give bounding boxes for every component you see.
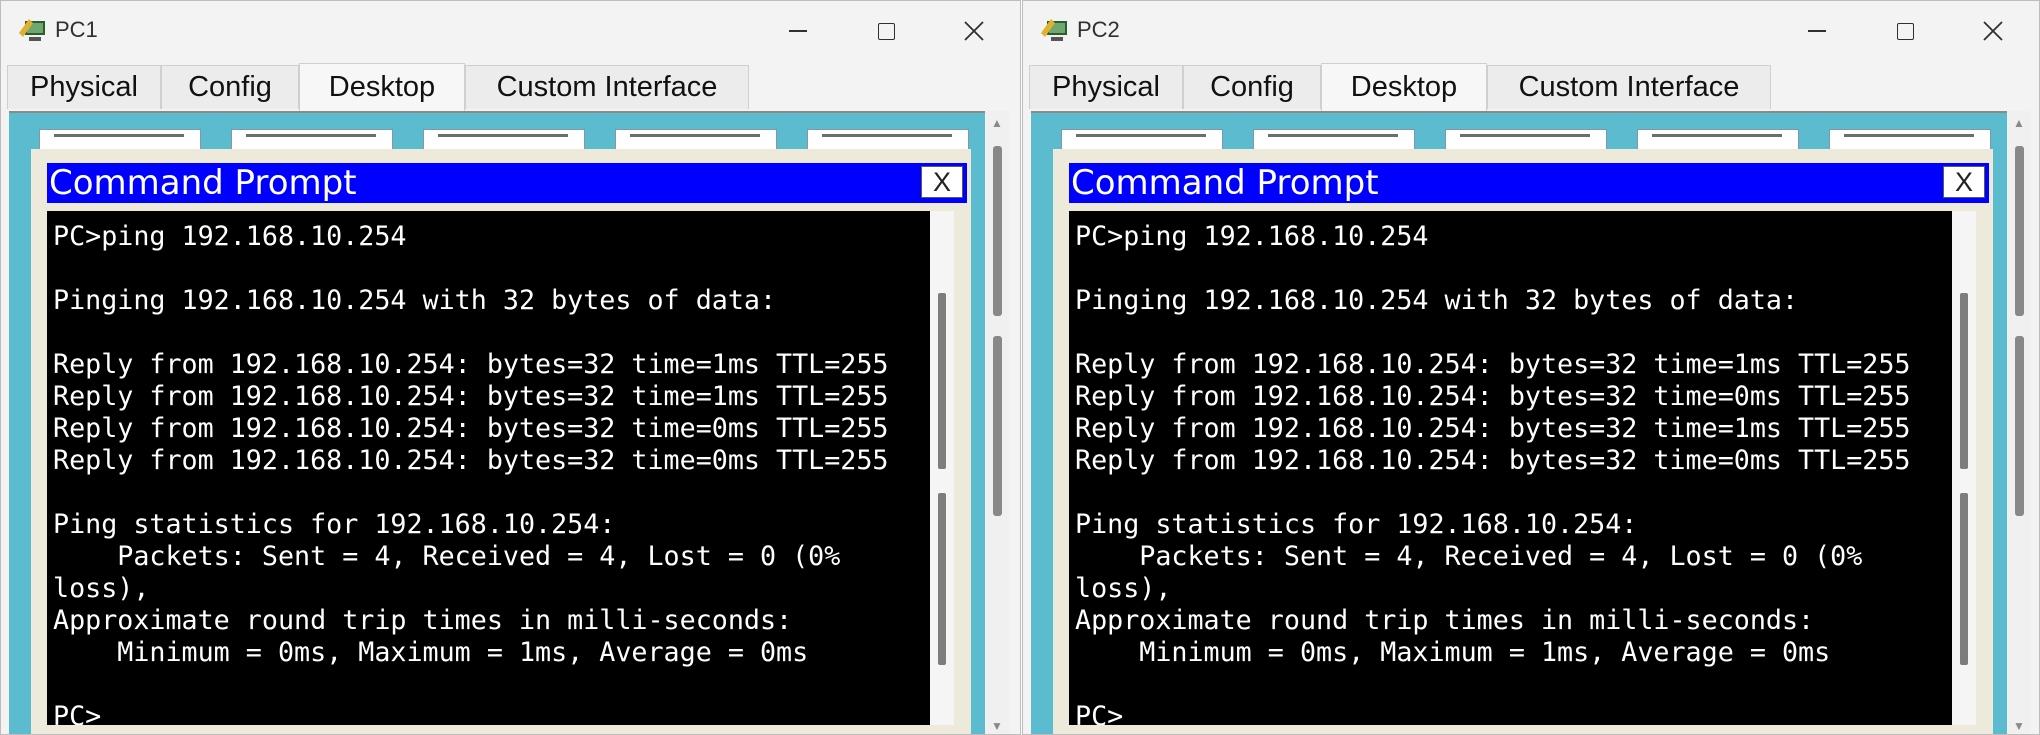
- command-prompt-window: Command Prompt X PC>ping 192.168.10.254 …: [31, 149, 971, 734]
- titlebar[interactable]: PC2: [1023, 1, 2039, 61]
- scrollbar-thumb[interactable]: [2015, 336, 2024, 516]
- terminal-line: loss),: [1075, 573, 1172, 604]
- scrollbar-thumb[interactable]: [1960, 293, 1968, 469]
- tab-custom-interface[interactable]: Custom Interface: [465, 65, 749, 109]
- close-icon[interactable]: [952, 11, 996, 51]
- terminal-line: PC>ping 192.168.10.254: [1075, 221, 1429, 252]
- tab-physical[interactable]: Physical: [1029, 65, 1183, 109]
- terminal-line: PC>ping 192.168.10.254: [53, 221, 407, 252]
- scrollbar-thumb[interactable]: [993, 146, 1002, 316]
- terminal-line: Approximate round trip times in milli-se…: [1075, 605, 1815, 636]
- terminal-line: Ping statistics for 192.168.10.254:: [53, 509, 616, 540]
- terminal-line: Reply from 192.168.10.254: bytes=32 time…: [53, 445, 889, 476]
- terminal-line: Reply from 192.168.10.254: bytes=32 time…: [1075, 381, 1911, 412]
- desktop-scrollbar[interactable]: ▲ ▼: [985, 111, 1009, 734]
- terminal-scrollbar[interactable]: [1952, 211, 1976, 725]
- titlebar[interactable]: PC1: [1, 1, 1020, 61]
- terminal-output[interactable]: PC>ping 192.168.10.254 Pinging 192.168.1…: [1069, 211, 1952, 725]
- scrollbar-thumb[interactable]: [2015, 146, 2024, 316]
- desktop-scrollbar[interactable]: ▲ ▼: [2007, 111, 2031, 734]
- terminal-line: PC>: [1075, 701, 1124, 725]
- maximize-icon[interactable]: [864, 11, 908, 51]
- scrollbar-thumb[interactable]: [993, 336, 1002, 516]
- command-prompt-title: Command Prompt: [49, 163, 357, 203]
- window-title: PC2: [1077, 17, 1120, 42]
- terminal-line: loss),: [53, 573, 150, 604]
- terminal-line: Reply from 192.168.10.254: bytes=32 time…: [53, 413, 889, 444]
- packet-tracer-app-icon: [1041, 19, 1067, 41]
- scroll-up-icon[interactable]: ▲: [2013, 117, 2025, 129]
- minimize-icon[interactable]: [776, 11, 820, 51]
- terminal-scrollbar[interactable]: [930, 211, 954, 725]
- terminal-line: Packets: Sent = 4, Received = 4, Lost = …: [53, 541, 841, 572]
- terminal-line: PC>: [53, 701, 102, 725]
- scrollbar-thumb[interactable]: [938, 493, 946, 665]
- terminal-line: Minimum = 0ms, Maximum = 1ms, Average = …: [1075, 637, 1831, 668]
- scroll-down-icon[interactable]: ▼: [2013, 720, 2025, 732]
- terminal-line: Ping statistics for 192.168.10.254:: [1075, 509, 1638, 540]
- window-title: PC1: [55, 17, 98, 42]
- command-prompt-titlebar: Command Prompt X: [1069, 163, 1989, 203]
- command-prompt-close-button[interactable]: X: [1943, 166, 1985, 198]
- desktop-area: Command Prompt X PC>ping 192.168.10.254 …: [1031, 111, 2031, 734]
- terminal-line: Reply from 192.168.10.254: bytes=32 time…: [53, 349, 889, 380]
- maximize-icon[interactable]: [1883, 11, 1927, 51]
- scrollbar-thumb[interactable]: [938, 293, 946, 469]
- close-icon[interactable]: [1971, 11, 2015, 51]
- terminal-line: Reply from 192.168.10.254: bytes=32 time…: [1075, 349, 1911, 380]
- terminal-line: Reply from 192.168.10.254: bytes=32 time…: [53, 381, 889, 412]
- terminal-line: Minimum = 0ms, Maximum = 1ms, Average = …: [53, 637, 809, 668]
- terminal-line: Pinging 192.168.10.254 with 32 bytes of …: [53, 285, 777, 316]
- tab-desktop[interactable]: Desktop: [1321, 63, 1487, 111]
- window-pc2: PC2 Physical Config Desktop Custom Inter…: [1022, 0, 2040, 735]
- command-prompt-title: Command Prompt: [1071, 163, 1379, 203]
- command-prompt-titlebar: Command Prompt X: [47, 163, 967, 203]
- terminal-line: Approximate round trip times in milli-se…: [53, 605, 793, 636]
- tab-physical[interactable]: Physical: [7, 65, 161, 109]
- terminal-line: Packets: Sent = 4, Received = 4, Lost = …: [1075, 541, 1863, 572]
- tab-bar: Physical Config Desktop Custom Interface: [1, 63, 1020, 111]
- scrollbar-thumb[interactable]: [1960, 493, 1968, 665]
- terminal-line: Pinging 192.168.10.254 with 32 bytes of …: [1075, 285, 1799, 316]
- scroll-down-icon[interactable]: ▼: [991, 720, 1003, 732]
- terminal-line: Reply from 192.168.10.254: bytes=32 time…: [1075, 413, 1911, 444]
- terminal-line: Reply from 192.168.10.254: bytes=32 time…: [1075, 445, 1911, 476]
- tab-config[interactable]: Config: [1183, 65, 1321, 109]
- tab-bar: Physical Config Desktop Custom Interface: [1023, 63, 2039, 111]
- packet-tracer-app-icon: [19, 19, 45, 41]
- tab-desktop[interactable]: Desktop: [299, 63, 465, 111]
- terminal-output[interactable]: PC>ping 192.168.10.254 Pinging 192.168.1…: [47, 211, 930, 725]
- window-pc1: PC1 Physical Config Desktop Custom Inter…: [0, 0, 1021, 735]
- command-prompt-window: Command Prompt X PC>ping 192.168.10.254 …: [1053, 149, 1993, 734]
- command-prompt-close-button[interactable]: X: [921, 166, 963, 198]
- scroll-up-icon[interactable]: ▲: [991, 117, 1003, 129]
- tab-custom-interface[interactable]: Custom Interface: [1487, 65, 1771, 109]
- desktop-area: Command Prompt X PC>ping 192.168.10.254 …: [9, 111, 1009, 734]
- tab-config[interactable]: Config: [161, 65, 299, 109]
- minimize-icon[interactable]: [1795, 11, 1839, 51]
